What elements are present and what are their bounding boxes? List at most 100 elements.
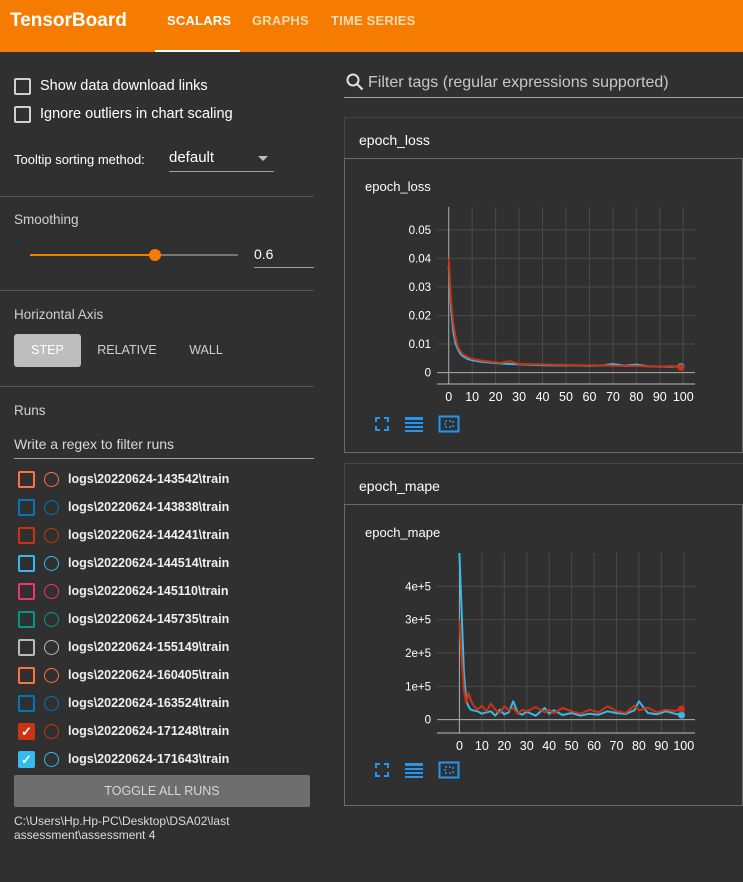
chart-toolbar <box>373 415 468 433</box>
y-tick-label: 3e+5 <box>405 615 431 627</box>
x-tick-label: 70 <box>606 390 620 404</box>
series-end-point <box>677 363 685 371</box>
x-tick-label: 0 <box>456 739 463 753</box>
tooltip-sorting-label: Tooltip sorting method: <box>14 152 145 167</box>
run-checkbox[interactable] <box>18 611 35 628</box>
run-name: logs\20220624-155149\train <box>68 640 230 654</box>
run-color-swatch[interactable] <box>44 500 59 515</box>
sidebar: Show data download links Ignore outliers… <box>0 52 330 882</box>
x-tick-label: 10 <box>465 390 479 404</box>
caret-down-icon <box>258 156 268 161</box>
x-tick-label: 40 <box>542 739 556 753</box>
toggle-all-runs-button[interactable]: TOGGLE ALL RUNS <box>14 775 310 807</box>
top-bar: TensorBoard SCALARS GRAPHS TIME SERIES <box>0 0 743 52</box>
tab-scalars[interactable]: SCALARS <box>167 13 231 28</box>
x-tick-label: 60 <box>583 390 597 404</box>
run-checkbox[interactable] <box>18 527 35 544</box>
tab-graphs[interactable]: GRAPHS <box>252 13 309 28</box>
run-item[interactable]: ✓ logs\20220624-171248\train <box>18 722 318 742</box>
y-tick-label: 0.01 <box>409 339 431 351</box>
smoothing-slider[interactable] <box>30 249 238 261</box>
axis-wall-button[interactable]: WALL <box>180 334 232 367</box>
search-icon <box>346 73 364 91</box>
series-line <box>458 552 682 717</box>
run-checkbox[interactable] <box>18 583 35 600</box>
series-end-point <box>678 705 686 713</box>
run-name: logs\20220624-143542\train <box>68 472 230 486</box>
tooltip-sorting-value: default <box>169 149 215 166</box>
run-color-swatch[interactable] <box>44 612 59 627</box>
divider <box>0 386 314 387</box>
run-item[interactable]: logs\20220624-143542\train <box>18 470 318 490</box>
run-name: logs\20220624-144241\train <box>68 528 230 542</box>
tag-filter-placeholder: Filter tags (regular expressions support… <box>368 74 669 91</box>
series-line <box>447 258 682 369</box>
divider <box>0 196 314 197</box>
run-checkbox[interactable] <box>18 695 35 712</box>
axis-relative-button[interactable]: RELATIVE <box>92 334 162 367</box>
run-color-swatch[interactable] <box>44 584 59 599</box>
x-tick-label: 20 <box>489 390 503 404</box>
run-color-swatch[interactable] <box>44 528 59 543</box>
run-item[interactable]: ✓ logs\20220624-171643\train <box>18 750 318 770</box>
run-item[interactable]: logs\20220624-144241\train <box>18 526 318 546</box>
tag-filter-input[interactable]: Filter tags (regular expressions support… <box>344 70 743 98</box>
group-header-epoch-loss[interactable]: epoch_loss <box>344 117 743 159</box>
run-checkbox[interactable] <box>18 639 35 656</box>
x-tick-label: 20 <box>497 739 511 753</box>
fullscreen-icon[interactable] <box>373 761 391 779</box>
tooltip-sorting-select[interactable]: default <box>169 146 274 172</box>
run-checkbox[interactable] <box>18 555 35 572</box>
run-color-swatch[interactable] <box>44 640 59 655</box>
run-color-swatch[interactable] <box>44 668 59 683</box>
epoch-loss-chart[interactable]: 0 10 20 30 40 50 60 70 80 90 100 0 0.01 0.02 0.03 0.04 0… <box>345 159 743 454</box>
run-name: logs\20220624-160405\train <box>68 668 230 682</box>
app-title: TensorBoard <box>10 10 127 31</box>
x-tick-label: 40 <box>536 390 550 404</box>
show-download-links-checkbox[interactable] <box>14 78 31 95</box>
x-tick-label: 30 <box>520 739 534 753</box>
data-table-icon[interactable] <box>403 761 425 779</box>
group-header-epoch-mape[interactable]: epoch_mape <box>344 463 743 505</box>
ignore-outliers-checkbox[interactable] <box>14 106 31 123</box>
run-color-swatch[interactable] <box>44 724 59 739</box>
run-item[interactable]: logs\20220624-163524\train <box>18 694 318 714</box>
smoothing-input[interactable]: 0.6 <box>254 242 314 268</box>
fit-domain-icon[interactable] <box>438 761 460 779</box>
run-checkbox[interactable] <box>18 499 35 516</box>
run-item[interactable]: logs\20220624-145110\train <box>18 582 318 602</box>
fit-domain-icon[interactable] <box>438 415 460 433</box>
x-tick-label: 50 <box>559 390 573 404</box>
smoothing-slider-fill <box>30 254 155 256</box>
run-color-swatch[interactable] <box>44 472 59 487</box>
run-checkbox[interactable] <box>18 667 35 684</box>
run-checkbox[interactable]: ✓ <box>18 751 35 768</box>
tab-time-series[interactable]: TIME SERIES <box>331 13 416 28</box>
runs-filter-input[interactable]: Write a regex to filter runs <box>14 432 314 459</box>
y-tick-label: 0.05 <box>409 225 431 237</box>
fullscreen-icon[interactable] <box>373 415 391 433</box>
run-color-swatch[interactable] <box>44 556 59 571</box>
series-line <box>447 266 681 368</box>
axis-step-button[interactable]: STEP <box>14 334 81 367</box>
run-item[interactable]: logs\20220624-145735\train <box>18 610 318 630</box>
run-color-swatch[interactable] <box>44 696 59 711</box>
x-tick-label: 0 <box>445 390 452 404</box>
run-color-swatch[interactable] <box>44 752 59 767</box>
run-item[interactable]: logs\20220624-160405\train <box>18 666 318 686</box>
x-tick-label: 80 <box>632 739 646 753</box>
run-checkbox[interactable]: ✓ <box>18 723 35 740</box>
data-table-icon[interactable] <box>403 415 425 433</box>
x-tick-label: 70 <box>610 739 624 753</box>
divider <box>0 290 314 291</box>
run-checkbox[interactable] <box>18 471 35 488</box>
x-tick-label: 10 <box>475 739 489 753</box>
y-tick-label: 0 <box>425 715 431 727</box>
run-item[interactable]: logs\20220624-144514\train <box>18 554 318 574</box>
run-item[interactable]: logs\20220624-155149\train <box>18 638 318 658</box>
smoothing-slider-thumb[interactable] <box>148 249 161 261</box>
run-item[interactable]: logs\20220624-143838\train <box>18 498 318 518</box>
runs-title: Runs <box>14 403 46 418</box>
series-line <box>458 619 682 715</box>
ignore-outliers-label: Ignore outliers in chart scaling <box>40 106 233 122</box>
